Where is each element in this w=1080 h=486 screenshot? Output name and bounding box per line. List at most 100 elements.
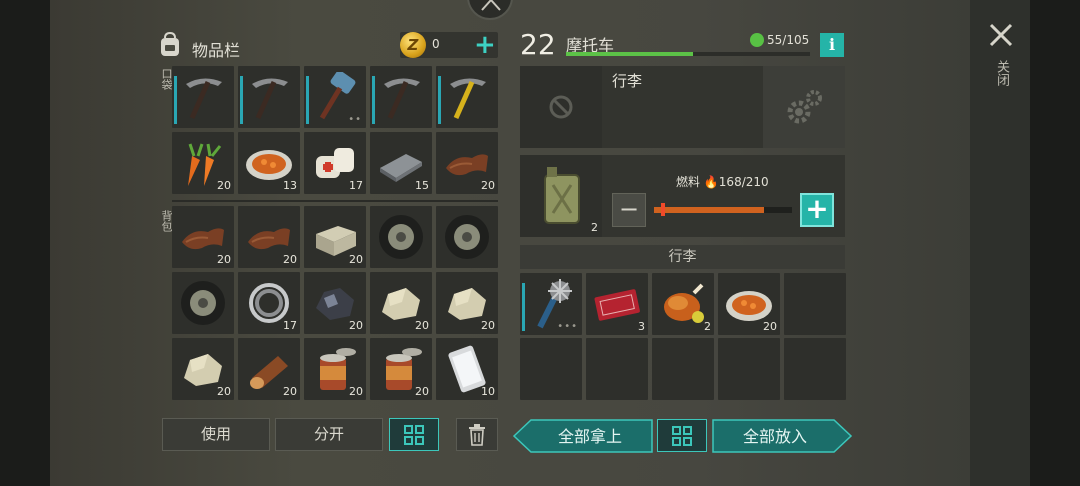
luggage-sort-button[interactable]	[657, 419, 707, 452]
sort-button[interactable]	[389, 418, 439, 451]
fuel-slider[interactable]	[654, 207, 792, 213]
coin-count: 0	[432, 37, 440, 51]
luggage-grid: ••• 3 2 20	[520, 273, 846, 400]
pocket-slot[interactable]: ••	[304, 66, 366, 128]
item-count: 20	[217, 253, 231, 266]
backpack-slot[interactable]: 20	[238, 338, 300, 400]
item-count: 20	[349, 319, 363, 332]
luggage-slot[interactable]: •••	[520, 273, 582, 335]
fuel-label: 燃料 🔥168/210	[676, 173, 769, 190]
backpack-slot[interactable]: 20	[238, 206, 300, 268]
backpack-slot[interactable]: 20	[370, 338, 432, 400]
coin-icon: Z	[400, 32, 426, 58]
pocket-slot[interactable]	[436, 66, 498, 128]
item-count: 20	[349, 385, 363, 398]
quality-dots: ••	[348, 114, 362, 125]
backpack-slot[interactable]	[172, 272, 234, 334]
take-all-button[interactable]: 全部拿上	[530, 420, 650, 453]
fuel-slider-handle[interactable]	[661, 203, 665, 216]
quality-dots: •••	[557, 321, 578, 332]
fuel-value: 168/210	[718, 175, 769, 189]
item-count: 20	[415, 319, 429, 332]
trash-button[interactable]	[456, 418, 498, 451]
luggage-slot[interactable]	[652, 338, 714, 400]
backpack-slot[interactable]: 20	[304, 272, 366, 334]
item-count: 10	[481, 385, 495, 398]
luggage-slot[interactable]: 2	[652, 273, 714, 335]
upgrade-button[interactable]	[763, 66, 845, 148]
blocked-icon	[549, 95, 573, 119]
luggage-slot[interactable]	[784, 338, 846, 400]
gears-icon	[787, 90, 822, 124]
pocket-slot[interactable]: 15	[370, 132, 432, 194]
pocket-slot[interactable]: 13	[238, 132, 300, 194]
luggage-slot[interactable]	[520, 338, 582, 400]
backpack-slot[interactable]: 20	[370, 272, 432, 334]
durability-bar	[522, 283, 525, 331]
luggage-slot[interactable]	[784, 273, 846, 335]
durability-bar	[372, 76, 375, 124]
backpack-slot[interactable]	[370, 206, 432, 268]
pocket-slot[interactable]: 20	[436, 132, 498, 194]
luggage-slot[interactable]: 3	[586, 273, 648, 335]
trash-icon	[469, 424, 485, 446]
vehicle-level: 22	[520, 28, 556, 61]
vehicle-hp-fill	[566, 52, 693, 56]
item-count: 20	[481, 179, 495, 192]
close-label[interactable]: 关闭	[992, 60, 1011, 86]
item-count: 20	[349, 253, 363, 266]
jerrycan-icon	[544, 167, 580, 224]
add-coins-button[interactable]: +	[474, 30, 496, 60]
backpack-grid: 20 20 20 17 20 20 20 20 20 20 20 10	[172, 206, 498, 400]
luggage-section-label: 行李	[520, 245, 845, 269]
coin-balance: Z 0 +	[400, 30, 498, 60]
pocket-slot[interactable]	[238, 66, 300, 128]
backpack-slot[interactable]: 20	[436, 272, 498, 334]
item-count: 3	[638, 320, 645, 333]
use-button[interactable]: 使用	[162, 418, 270, 451]
vehicle-slot[interactable]	[520, 66, 602, 148]
item-count: 20	[283, 253, 297, 266]
close-icon[interactable]	[988, 22, 1014, 48]
item-count: 15	[415, 179, 429, 192]
item-count: 20	[415, 385, 429, 398]
pocket-slot[interactable]	[172, 66, 234, 128]
pocket-slot[interactable]: 17	[304, 132, 366, 194]
jerrycan-count: 2	[591, 221, 598, 234]
info-button[interactable]: i	[820, 33, 844, 57]
pocket-slot[interactable]	[370, 66, 432, 128]
luggage-slot[interactable]	[718, 338, 780, 400]
durability-bar	[306, 76, 309, 124]
backpack-slot[interactable]: 20	[304, 338, 366, 400]
item-count: 17	[283, 319, 297, 332]
backpack-slot[interactable]: 20	[172, 206, 234, 268]
fuel-increase-button[interactable]: +	[800, 193, 834, 227]
fuel-label-text: 燃料	[676, 175, 701, 189]
split-button[interactable]: 分开	[275, 418, 383, 451]
vehicle-hp-text: 55/105	[767, 33, 810, 47]
inventory-header: 物品栏 Z 0 +	[158, 30, 498, 60]
fuel-slot[interactable]: 2	[520, 155, 602, 237]
pocket-divider	[172, 200, 498, 202]
backpack-slot[interactable]	[436, 206, 498, 268]
vehicle-hp-bar	[566, 52, 810, 56]
backpack-slot[interactable]: 20	[172, 338, 234, 400]
item-count: 17	[349, 179, 363, 192]
flame-icon: 🔥	[703, 175, 719, 189]
grid-sort-icon	[404, 425, 424, 445]
put-all-button[interactable]: 全部放入	[714, 420, 836, 453]
fuel-decrease-button[interactable]: −	[612, 193, 646, 227]
backpack-slot[interactable]: 10	[436, 338, 498, 400]
luggage-slot[interactable]	[586, 338, 648, 400]
item-count: 20	[217, 179, 231, 192]
wrench-icon	[750, 33, 764, 47]
backpack-slot[interactable]: 17	[238, 272, 300, 334]
luggage-slot[interactable]: 20	[718, 273, 780, 335]
item-count: 20	[217, 385, 231, 398]
backpack-slot[interactable]: 20	[304, 206, 366, 268]
backpack-icon	[161, 32, 179, 56]
pocket-grid: •• 20 13 17 15 20	[172, 66, 498, 194]
grid-sort-icon	[672, 426, 692, 446]
pocket-slot[interactable]: 20	[172, 132, 234, 194]
item-count: 20	[763, 320, 777, 333]
